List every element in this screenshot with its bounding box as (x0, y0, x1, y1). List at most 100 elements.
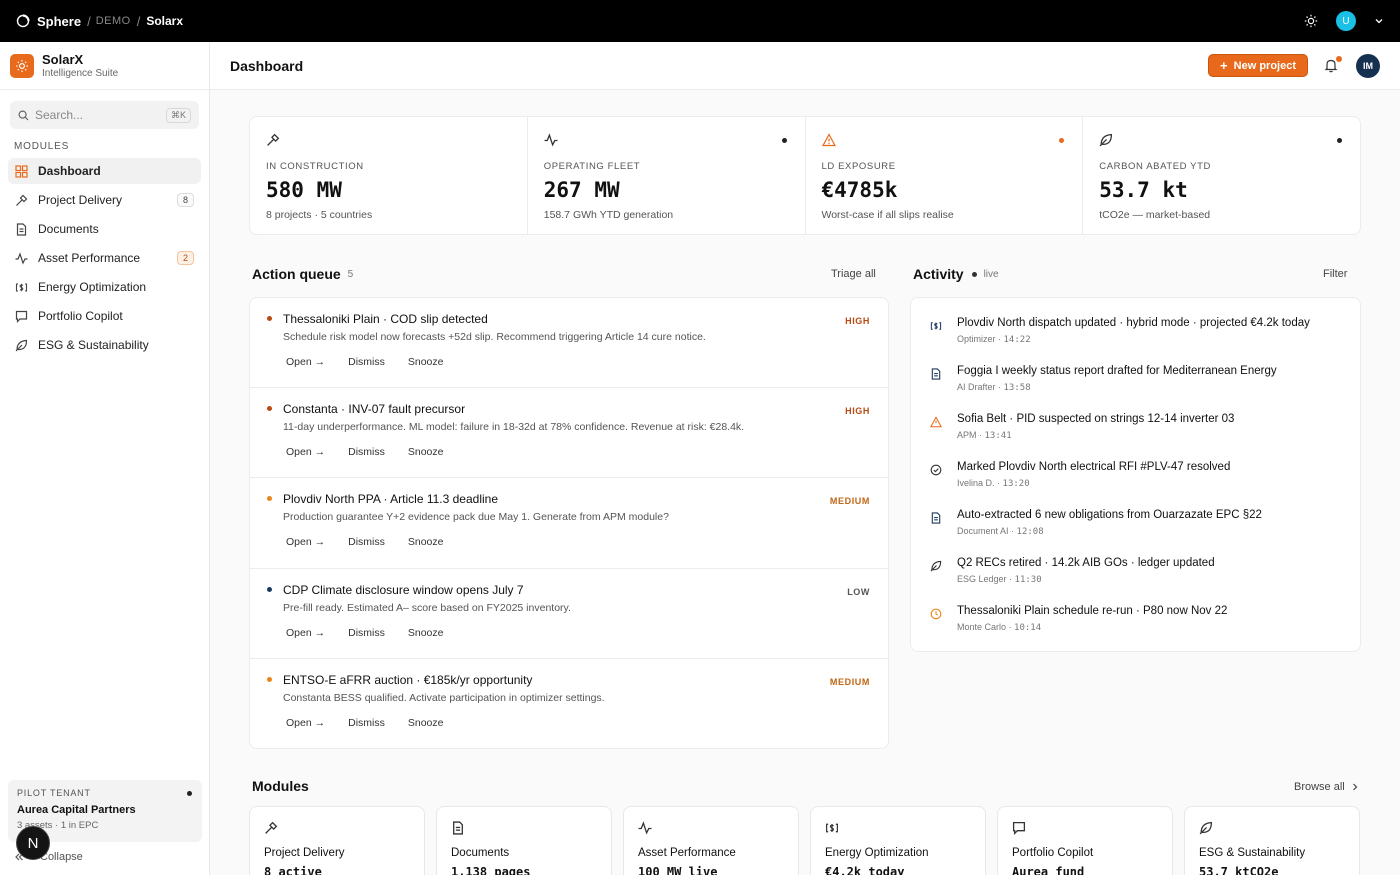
user-avatar[interactable]: U (1336, 11, 1356, 31)
module-card-documents[interactable]: Documents 1,138 pages (436, 806, 612, 875)
hammer-icon (267, 133, 280, 146)
profile-avatar[interactable]: IM (1356, 53, 1380, 78)
module-card-portfolio-copilot[interactable]: Portfolio Copilot Aurea fund (997, 806, 1173, 875)
activity-source: ESG Ledger (957, 574, 1007, 584)
breadcrumb-solarx[interactable]: Solarx (146, 14, 183, 28)
queue-item[interactable]: Plovdiv North PPA · Article 11.3 deadlin… (250, 478, 888, 569)
open-button[interactable]: Open → (286, 536, 325, 548)
sidebar-item-dashboard[interactable]: Dashboard (8, 158, 201, 184)
sidebar-header: SolarX Intelligence Suite (0, 42, 209, 90)
filter-button[interactable]: Filter (1323, 268, 1347, 280)
dev-tools-badge[interactable]: N (16, 826, 50, 860)
open-button[interactable]: Open → (286, 356, 325, 368)
open-button[interactable]: Open → (286, 717, 325, 729)
sun-icon[interactable] (1304, 14, 1318, 28)
module-card-energy-optimization[interactable]: Energy Optimization €4.2k today (810, 806, 986, 875)
triage-all-button[interactable]: Triage all (831, 268, 876, 280)
activity-text: Auto-extracted 6 new obligations from Ou… (957, 509, 1262, 521)
kpi-label: OPERATING FLEET (543, 161, 641, 172)
app-subtitle: Intelligence Suite (42, 68, 119, 79)
sidebar-item-documents[interactable]: Documents (8, 216, 201, 242)
kpi-in-construction[interactable]: IN CONSTRUCTION 580 MW 8 projects · 5 co… (250, 117, 528, 234)
brand[interactable]: Sphere (16, 14, 81, 29)
new-project-button[interactable]: + New project (1208, 54, 1308, 77)
sidebar-item-energy-optimization[interactable]: Energy Optimization (8, 274, 201, 300)
kpi-ld-exposure[interactable]: LD EXPOSURE €4785k Worst-case if all sli… (806, 117, 1084, 234)
dismiss-button[interactable]: Dismiss (348, 446, 385, 458)
snooze-button[interactable]: Snooze (408, 627, 444, 639)
kpi-operating-fleet[interactable]: OPERATING FLEET 267 MW 158.7 GWh YTD gen… (528, 117, 806, 234)
activity-time: 13:58 (1003, 383, 1031, 393)
activity-item[interactable]: Plovdiv North dispatch updated · hybrid … (911, 311, 1360, 359)
dismiss-button[interactable]: Dismiss (348, 536, 385, 548)
search-icon (18, 109, 29, 120)
queue-item-title: CDP Climate disclosure window opens July… (283, 582, 524, 597)
breadcrumb-demo[interactable]: DEMO (96, 15, 131, 27)
document-icon (16, 222, 27, 236)
snooze-button[interactable]: Snooze (408, 446, 444, 458)
sidebar-item-label: Dashboard (38, 164, 101, 178)
module-title: ESG & Sustainability (1199, 847, 1306, 859)
activity-header: Activity live (913, 266, 999, 282)
browse-all-button[interactable]: Browse all (1294, 781, 1359, 793)
module-value: 8 active (264, 865, 322, 875)
activity-item[interactable]: Sofia Belt · PID suspected on strings 12… (911, 407, 1360, 455)
severity-dot (267, 496, 272, 502)
leaf-icon (1099, 133, 1113, 147)
module-title: Documents (451, 847, 510, 859)
status-dot (781, 138, 787, 143)
dismiss-button[interactable]: Dismiss (348, 627, 385, 639)
warning-icon (821, 133, 836, 147)
activity-item[interactable]: Q2 RECs retired · 14.2k AIB GOs · ledger… (911, 551, 1360, 599)
kpi-label: IN CONSTRUCTION (266, 161, 364, 172)
kpi-sub: 158.7 GWh YTD generation (543, 209, 674, 221)
severity-badge: HIGH (845, 406, 870, 417)
leaf-icon (930, 560, 942, 572)
sidebar-item-asset-performance[interactable]: Asset Performance 2 (8, 245, 201, 271)
activity-item[interactable]: Foggia I weekly status report drafted fo… (911, 359, 1360, 407)
severity-badge: MEDIUM (829, 676, 870, 687)
module-card-project-delivery[interactable]: Project Delivery 8 active (249, 806, 425, 875)
kpi-carbon-abated[interactable]: CARBON ABATED YTD 53.7 kt tCO2e — market… (1083, 117, 1360, 234)
sidebar-item-esg[interactable]: ESG & Sustainability (8, 332, 201, 358)
queue-item[interactable]: Constanta · INV-07 fault precursor 11-da… (250, 388, 888, 479)
snooze-button[interactable]: Snooze (408, 356, 444, 368)
dismiss-button[interactable]: Dismiss (348, 717, 385, 729)
sidebar-item-portfolio-copilot[interactable]: Portfolio Copilot (8, 303, 201, 329)
activity-item[interactable]: Thessaloniki Plain schedule re-run · P80… (911, 599, 1360, 647)
section-title: Activity (913, 266, 964, 282)
open-button[interactable]: Open → (286, 446, 325, 458)
module-title: Portfolio Copilot (1012, 847, 1094, 859)
search-input[interactable]: Search... ⌘K (10, 101, 199, 129)
queue-item-title: ENTSO-E aFRR auction · €185k/yr opportun… (283, 672, 533, 687)
open-button[interactable]: Open → (286, 627, 325, 639)
activity-source: APM (957, 430, 977, 440)
activity-item[interactable]: Auto-extracted 6 new obligations from Ou… (911, 503, 1360, 551)
tenant-label: PILOT TENANT (17, 788, 91, 798)
severity-badge: MEDIUM (829, 496, 870, 507)
notifications-button[interactable] (1324, 55, 1342, 74)
sphere-logo-icon (16, 14, 30, 28)
queue-item-desc: Pre-fill ready. Estimated A– score based… (283, 601, 571, 614)
module-value: Aurea fund (1012, 865, 1085, 875)
dismiss-button[interactable]: Dismiss (348, 356, 385, 368)
module-card-esg[interactable]: ESG & Sustainability 53.7 ktCO2e (1184, 806, 1360, 875)
chevron-down-icon[interactable] (1374, 16, 1384, 26)
activity-text: Q2 RECs retired · 14.2k AIB GOs · ledger… (957, 557, 1215, 569)
module-value: €4.2k today (825, 865, 905, 875)
snooze-button[interactable]: Snooze (408, 717, 444, 729)
activity-item[interactable]: Marked Plovdiv North electrical RFI #PLV… (911, 455, 1360, 503)
page-title: Dashboard (230, 57, 304, 74)
queue-item[interactable]: ENTSO-E aFRR auction · €185k/yr opportun… (250, 659, 888, 748)
queue-item[interactable]: Thessaloniki Plain · COD slip detected S… (250, 298, 888, 389)
module-card-asset-performance[interactable]: Asset Performance 100 MW live (623, 806, 799, 875)
module-title: Asset Performance (638, 847, 736, 859)
queue-item[interactable]: CDP Climate disclosure window opens July… (250, 569, 888, 659)
top-bar: Sphere / DEMO / Solarx U (0, 0, 1400, 42)
sidebar-item-project-delivery[interactable]: Project Delivery 8 (8, 187, 201, 213)
currency-icon (826, 823, 838, 833)
app-name: SolarX (42, 52, 84, 67)
severity-badge: LOW (847, 586, 870, 597)
snooze-button[interactable]: Snooze (408, 536, 444, 548)
activity-source: AI Drafter (957, 382, 996, 392)
